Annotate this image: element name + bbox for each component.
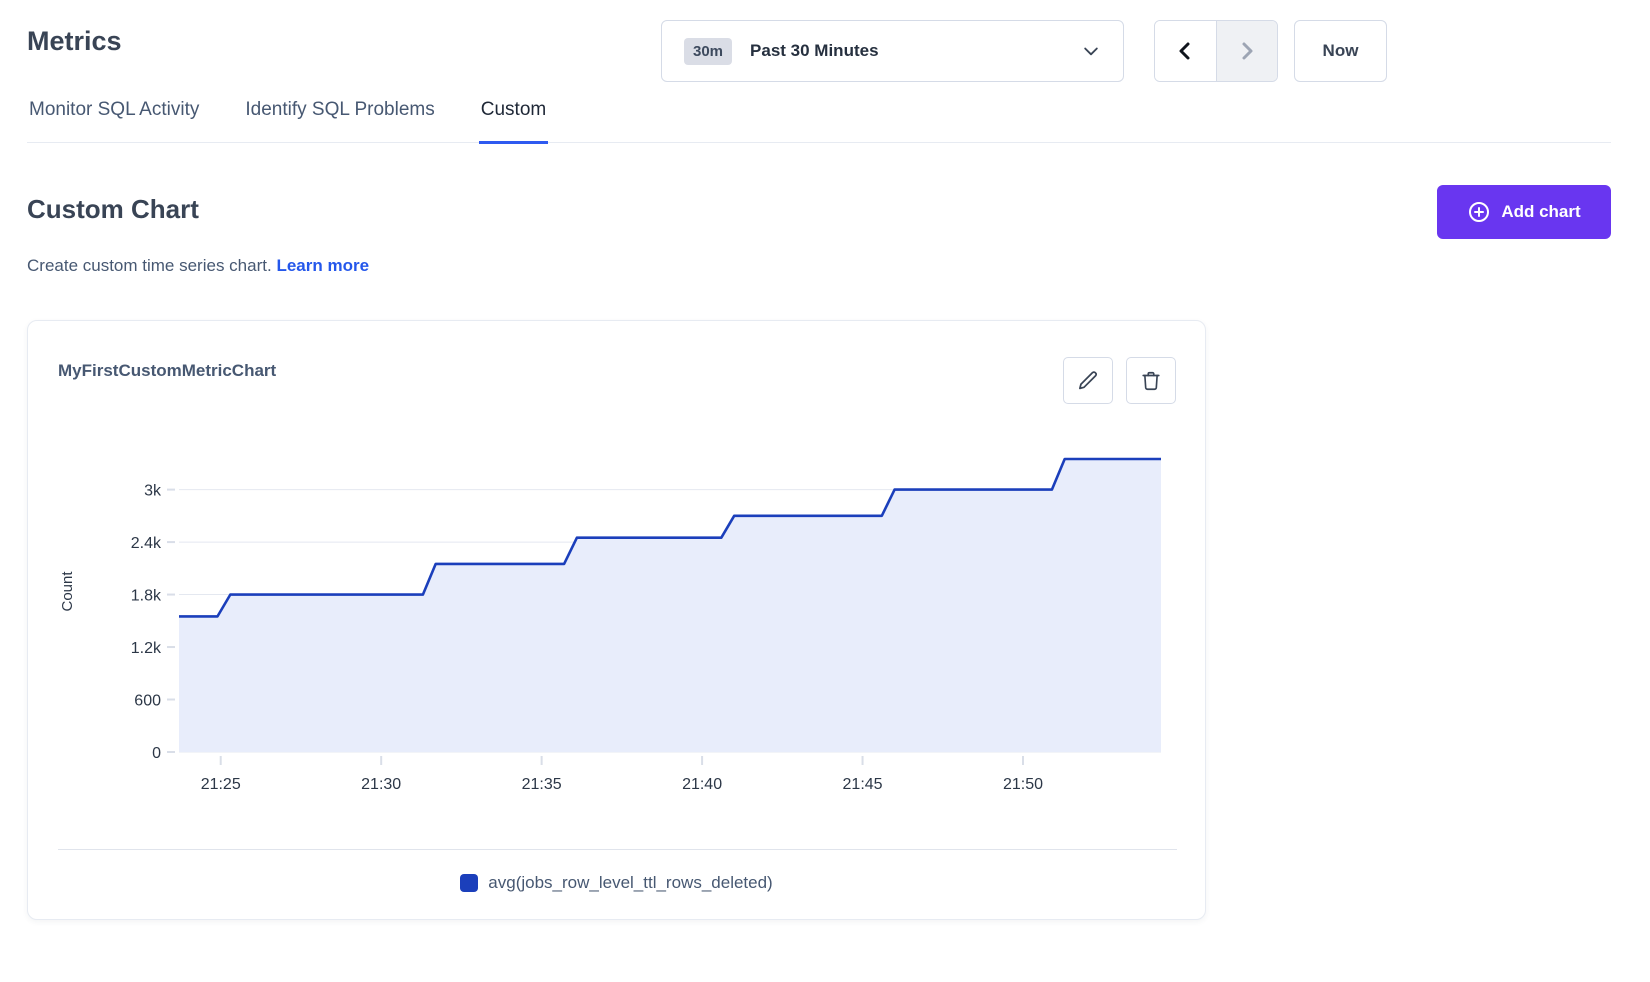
- section-description-text: Create custom time series chart.: [27, 256, 272, 275]
- tab-custom[interactable]: Custom: [479, 99, 548, 144]
- add-chart-button[interactable]: Add chart: [1437, 185, 1611, 239]
- page-title: Metrics: [27, 26, 122, 57]
- tab-identify-sql-problems[interactable]: Identify SQL Problems: [243, 99, 436, 142]
- time-range-label: Past 30 Minutes: [750, 41, 879, 61]
- next-range-button[interactable]: [1216, 21, 1278, 81]
- svg-text:0: 0: [152, 745, 161, 762]
- delete-chart-button[interactable]: [1126, 357, 1176, 404]
- svg-text:21:25: 21:25: [201, 776, 241, 793]
- legend-item[interactable]: avg(jobs_row_level_ttl_rows_deleted): [460, 873, 772, 893]
- chart-title: MyFirstCustomMetricChart: [58, 361, 276, 381]
- metrics-page: Metrics 30m Past 30 Minutes Now Monitor …: [0, 0, 1650, 982]
- time-range-dropdown[interactable]: 30m Past 30 Minutes: [661, 20, 1124, 82]
- now-button[interactable]: Now: [1294, 20, 1387, 82]
- learn-more-link[interactable]: Learn more: [276, 256, 369, 275]
- svg-text:2.4k: 2.4k: [131, 535, 162, 552]
- plus-circle-icon: [1467, 200, 1491, 224]
- tab-monitor-sql-activity[interactable]: Monitor SQL Activity: [27, 99, 201, 142]
- svg-text:1.2k: 1.2k: [131, 640, 162, 657]
- chart-legend: avg(jobs_row_level_ttl_rows_deleted): [28, 873, 1205, 893]
- svg-text:21:50: 21:50: [1003, 776, 1043, 793]
- edit-chart-button[interactable]: [1063, 357, 1113, 404]
- svg-text:21:35: 21:35: [522, 776, 562, 793]
- svg-text:1.8k: 1.8k: [131, 588, 162, 605]
- previous-range-button[interactable]: [1155, 21, 1216, 81]
- svg-text:21:30: 21:30: [361, 776, 401, 793]
- add-chart-label: Add chart: [1501, 202, 1580, 222]
- pencil-icon: [1077, 369, 1100, 392]
- svg-text:21:45: 21:45: [843, 776, 883, 793]
- section-heading: Custom Chart: [27, 194, 199, 225]
- legend-swatch: [460, 874, 478, 892]
- time-range-badge: 30m: [684, 38, 732, 65]
- chevron-left-icon: [1173, 39, 1197, 63]
- card-divider: [58, 849, 1177, 850]
- trash-icon: [1140, 370, 1162, 392]
- chevron-down-icon: [1081, 41, 1101, 61]
- section-description: Create custom time series chart. Learn m…: [27, 256, 369, 276]
- custom-chart-plot: 0 600 1.2k 1.8k 2.4k 3k 21:25 21:30 21:35 21:40 21…: [58, 411, 1177, 821]
- svg-text:21:40: 21:40: [682, 776, 722, 793]
- chevron-right-icon: [1235, 39, 1259, 63]
- legend-label: avg(jobs_row_level_ttl_rows_deleted): [488, 873, 772, 893]
- svg-text:3k: 3k: [144, 483, 162, 500]
- svg-text:600: 600: [134, 693, 161, 710]
- tab-bar: Monitor SQL Activity Identify SQL Proble…: [27, 99, 1611, 143]
- time-step-buttons: [1154, 20, 1278, 82]
- chart-card: MyFirstCustomMetricChart 0 600 1.2k 1.8k 2.4…: [27, 320, 1206, 920]
- svg-text:Count: Count: [59, 571, 76, 612]
